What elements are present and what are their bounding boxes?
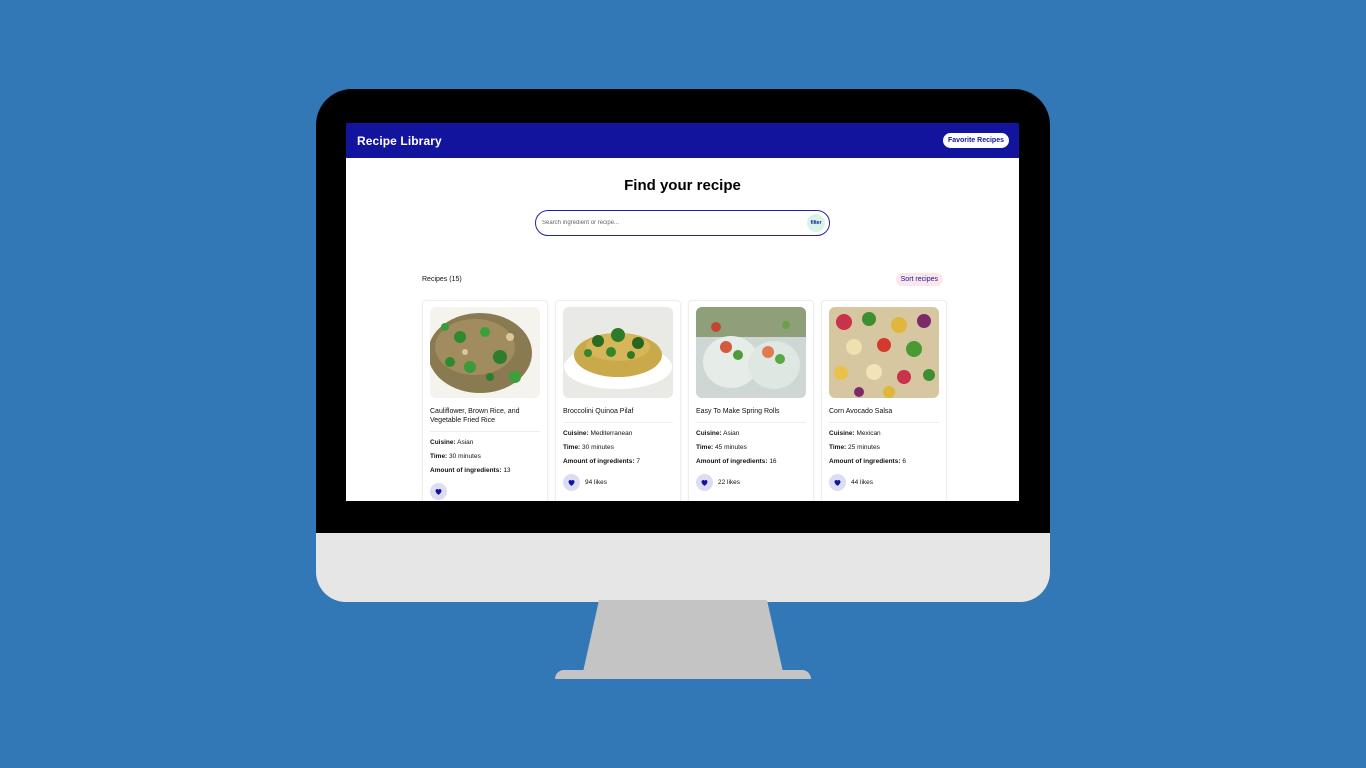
- recipe-ingredient-count: Amount of ingredients: 6: [829, 458, 906, 465]
- corn-salsa-photo: [829, 307, 939, 398]
- recipe-card[interactable]: Corn Avocado Salsa Cuisine: Mexican Time…: [821, 300, 947, 501]
- like-button[interactable]: [563, 474, 580, 491]
- likes-count: 22 likes: [718, 479, 741, 486]
- search-bar: filter: [535, 210, 830, 236]
- recipe-likes: [430, 483, 540, 500]
- recipe-ingredient-count: Amount of ingredients: 16: [696, 458, 777, 465]
- heart-icon: [568, 480, 575, 486]
- recipe-grid: Cauliflower, Brown Rice, and Vegetable F…: [422, 300, 947, 501]
- recipe-ingredient-count: Amount of ingredients: 13: [430, 467, 511, 474]
- quinoa-pilaf-photo: [563, 307, 673, 398]
- search-input[interactable]: [542, 220, 807, 226]
- recipe-title[interactable]: Easy To Make Spring Rolls: [696, 407, 806, 423]
- recipe-time: Time: 25 minutes: [829, 444, 880, 451]
- recipe-card[interactable]: Easy To Make Spring Rolls Cuisine: Asian…: [688, 300, 814, 501]
- page-title: Find your recipe: [624, 177, 741, 194]
- recipe-likes: 22 likes: [696, 474, 806, 491]
- heart-icon: [435, 489, 442, 495]
- recipe-title[interactable]: Corn Avocado Salsa: [829, 407, 939, 423]
- screen: Recipe Library Favorite Recipes Find you…: [346, 123, 1019, 501]
- monitor-stand: [583, 600, 783, 672]
- recipe-time: Time: 30 minutes: [563, 444, 614, 451]
- recipe-cuisine: Cuisine: Asian: [430, 439, 474, 446]
- heart-icon: [834, 480, 841, 486]
- heart-icon: [701, 480, 708, 486]
- recipe-card[interactable]: Cauliflower, Brown Rice, and Vegetable F…: [422, 300, 548, 501]
- list-header: Recipes (15) Sort recipes: [422, 273, 943, 286]
- recipe-title[interactable]: Cauliflower, Brown Rice, and Vegetable F…: [430, 407, 540, 432]
- like-button[interactable]: [696, 474, 713, 491]
- favorite-recipes-button[interactable]: Favorite Recipes: [942, 133, 1009, 148]
- recipe-card[interactable]: Broccolini Quinoa Pilaf Cuisine: Mediter…: [555, 300, 681, 501]
- spring-rolls-photo: [696, 307, 806, 398]
- recipe-title[interactable]: Broccolini Quinoa Pilaf: [563, 407, 673, 423]
- recipe-cuisine: Cuisine: Mediterranean: [563, 430, 633, 437]
- likes-count: 44 likes: [851, 479, 874, 486]
- recipe-likes: 44 likes: [829, 474, 939, 491]
- fried-rice-photo: [430, 307, 540, 398]
- recipe-time: Time: 45 minutes: [696, 444, 747, 451]
- sort-recipes-button[interactable]: Sort recipes: [895, 273, 943, 286]
- recipe-count: Recipes (15): [422, 276, 462, 283]
- like-button[interactable]: [829, 474, 846, 491]
- filter-button[interactable]: filter: [807, 214, 825, 232]
- recipe-ingredient-count: Amount of ingredients: 7: [563, 458, 640, 465]
- monitor-base: [555, 670, 811, 679]
- recipe-time: Time: 30 minutes: [430, 453, 481, 460]
- navbar: Recipe Library Favorite Recipes: [346, 123, 1019, 158]
- recipe-likes: 94 likes: [563, 474, 673, 491]
- app-title[interactable]: Recipe Library: [357, 134, 442, 148]
- recipe-cuisine: Cuisine: Mexican: [829, 430, 881, 437]
- likes-count: 94 likes: [585, 479, 608, 486]
- like-button[interactable]: [430, 483, 447, 500]
- recipe-cuisine: Cuisine: Asian: [696, 430, 740, 437]
- monitor-chin: [316, 533, 1050, 602]
